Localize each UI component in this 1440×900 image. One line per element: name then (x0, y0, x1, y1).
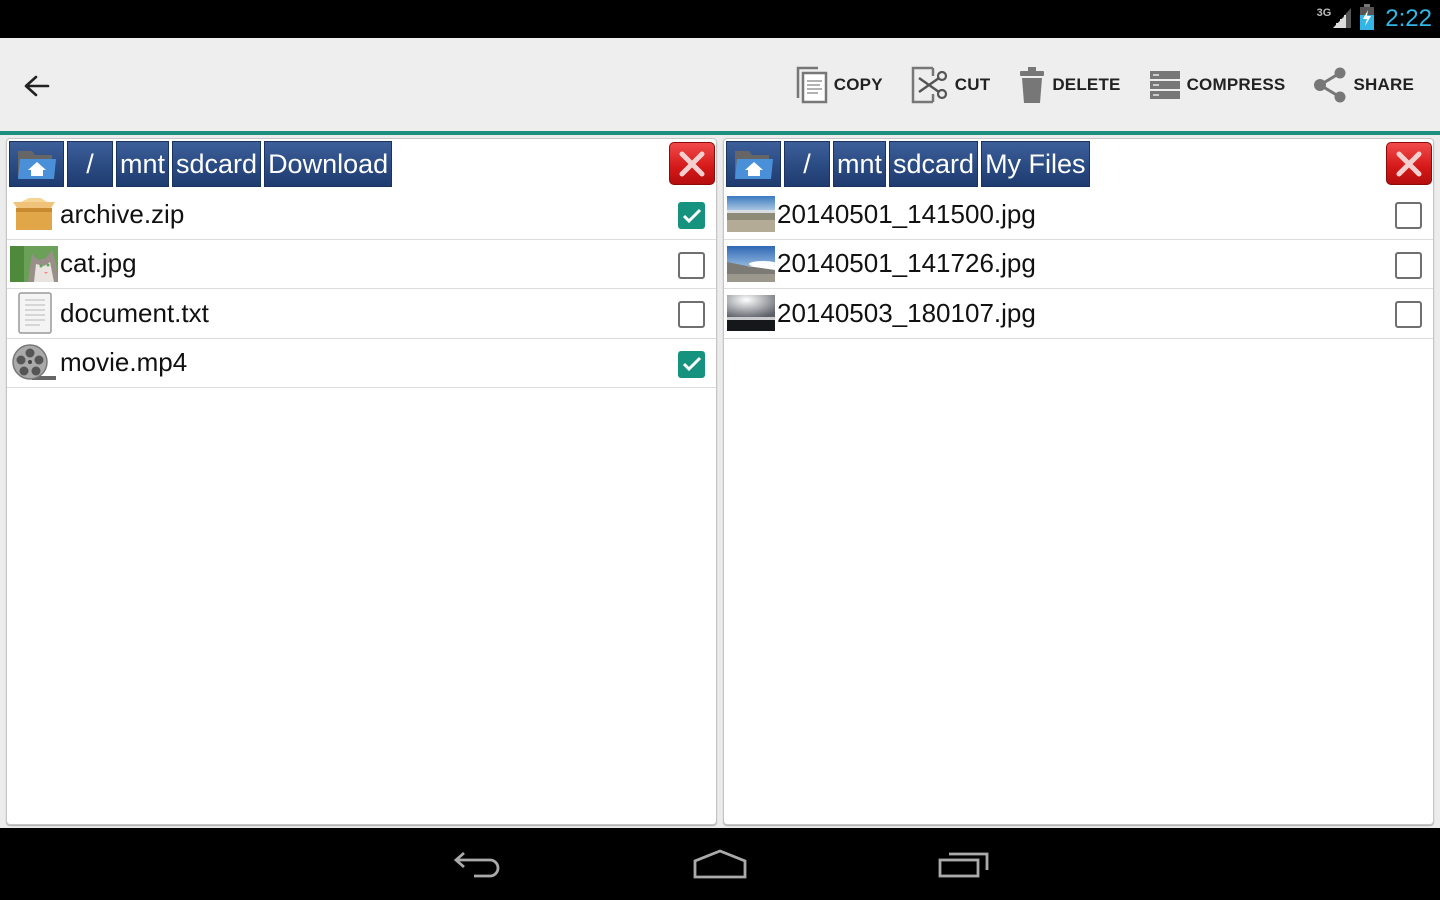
file-list: archive.zip cat.jpg document.txt movie.m… (7, 190, 716, 388)
share-icon (1314, 67, 1346, 102)
arrow-back-icon (24, 75, 50, 97)
file-row[interactable]: 20140501_141726.jpg (724, 240, 1433, 289)
file-row[interactable]: cat.jpg (7, 240, 716, 289)
copy-icon (796, 66, 828, 103)
breadcrumb: / mnt sdcard My Files (726, 141, 1090, 187)
file-name: archive.zip (60, 198, 185, 229)
copy-label: COPY (833, 74, 883, 94)
file-list: 20140501_141500.jpg 20140501_141726.jpg … (724, 190, 1433, 339)
delete-button[interactable]: DELETE (1004, 55, 1134, 115)
action-bar: COPY CUT DELETE COMPRESS SHARE (0, 38, 1440, 131)
share-button[interactable]: SHARE (1299, 55, 1428, 115)
breadcrumb-mnt[interactable]: mnt (116, 141, 170, 187)
dual-pane-content: / mnt sdcard Download archive.zip cat.jp… (0, 135, 1440, 828)
close-icon (1396, 151, 1422, 176)
compress-icon (1149, 70, 1180, 99)
copy-button[interactable]: COPY (782, 55, 897, 115)
image-thumbnail (727, 293, 775, 333)
file-checkbox[interactable] (1395, 301, 1422, 328)
file-row[interactable]: 20140501_141500.jpg (724, 190, 1433, 240)
checkmark-icon (682, 208, 701, 223)
file-name: movie.mp4 (60, 347, 188, 378)
file-row[interactable]: movie.mp4 (7, 339, 716, 388)
text-file-icon (10, 292, 58, 334)
action-buttons: COPY CUT DELETE COMPRESS SHARE (782, 38, 1428, 131)
file-name: cat.jpg (60, 248, 137, 279)
share-label: SHARE (1353, 74, 1414, 94)
file-name: 20140501_141500.jpg (777, 198, 1036, 229)
nav-recent-apps-icon (938, 852, 989, 878)
checkmark-icon (682, 356, 701, 372)
file-checkbox[interactable] (678, 202, 705, 229)
breadcrumb-my-files[interactable]: My Files (981, 141, 1090, 187)
breadcrumb-mnt[interactable]: mnt (833, 141, 887, 187)
file-row[interactable]: document.txt (7, 289, 716, 339)
image-thumbnail (727, 244, 775, 284)
close-panel-button[interactable] (1386, 142, 1432, 185)
cut-button[interactable]: CUT (897, 55, 1005, 115)
compress-button[interactable]: COMPRESS (1135, 55, 1300, 115)
file-checkbox[interactable] (678, 251, 705, 279)
battery-charging-icon (1359, 3, 1375, 35)
file-checkbox[interactable] (1395, 202, 1422, 229)
breadcrumb-home[interactable] (9, 141, 64, 187)
left-file-panel: / mnt sdcard Download archive.zip cat.jp… (6, 138, 717, 825)
right-file-panel: / mnt sdcard My Files 20140501_141500.jp… (723, 138, 1434, 825)
file-row[interactable]: 20140503_180107.jpg (724, 289, 1433, 339)
delete-label: DELETE (1052, 74, 1121, 94)
close-icon (679, 151, 705, 176)
nav-recent-apps-button[interactable] (919, 842, 1009, 886)
image-thumbnail (10, 244, 58, 284)
breadcrumb-download[interactable]: Download (264, 141, 393, 187)
home-folder-icon (17, 151, 56, 179)
close-panel-button[interactable] (669, 142, 715, 185)
breadcrumb-root[interactable]: / (67, 141, 113, 187)
file-checkbox[interactable] (1395, 251, 1422, 279)
video-reel-icon (10, 343, 58, 383)
clock: 2:22 (1385, 5, 1432, 32)
scissors-icon (911, 66, 947, 103)
file-name: 20140501_141726.jpg (777, 248, 1036, 279)
breadcrumb-sdcard[interactable]: sdcard (172, 141, 262, 187)
archive-icon (10, 194, 58, 234)
nav-back-icon (453, 851, 500, 878)
breadcrumb-root[interactable]: / (784, 141, 830, 187)
network-type: 3G (1316, 7, 1332, 19)
nav-home-button[interactable] (675, 842, 765, 886)
file-name: 20140503_180107.jpg (777, 297, 1036, 328)
file-checkbox[interactable] (678, 350, 705, 378)
nav-home-icon (693, 849, 747, 879)
compress-label: COMPRESS (1186, 74, 1286, 94)
breadcrumb: / mnt sdcard Download (9, 141, 393, 187)
signal-icon (1331, 6, 1353, 33)
file-checkbox[interactable] (678, 301, 705, 328)
file-row[interactable]: archive.zip (7, 190, 716, 240)
back-button[interactable] (14, 66, 58, 106)
breadcrumb-home[interactable] (726, 141, 781, 187)
trash-icon (1020, 66, 1045, 103)
image-thumbnail (727, 194, 775, 234)
nav-back-button[interactable] (432, 842, 522, 886)
home-folder-icon (734, 151, 773, 179)
file-name: document.txt (60, 297, 209, 328)
status-bar: 3G 2:22 (0, 0, 1440, 38)
breadcrumb-sdcard[interactable]: sdcard (889, 141, 979, 187)
status-icons: 3G 2:22 (1317, 0, 1432, 38)
navigation-bar (0, 828, 1440, 900)
cut-label: CUT (954, 74, 991, 94)
